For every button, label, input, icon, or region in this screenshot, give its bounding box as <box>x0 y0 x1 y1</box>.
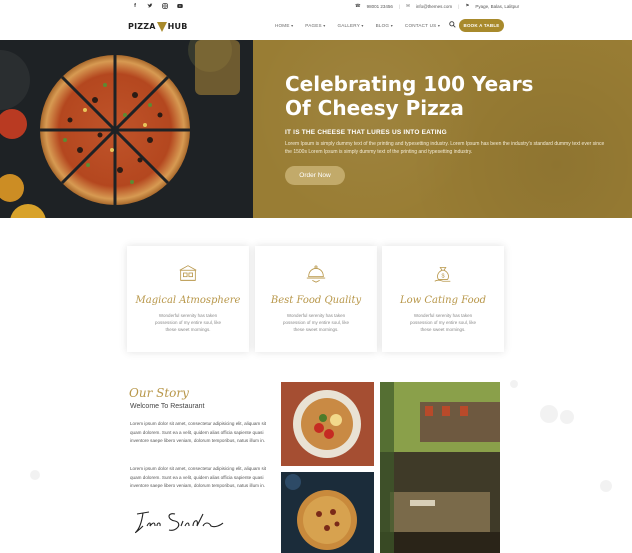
book-table-button[interactable]: BOOK A TABLE <box>459 19 504 32</box>
social-links: f <box>132 3 183 9</box>
food-photo-plate <box>281 382 374 466</box>
mail-icon: ✉ <box>406 3 410 8</box>
feature-description: Wonderful serenity has taken possession … <box>282 313 350 332</box>
nav-item-contact[interactable]: CONTACT US ▾ <box>405 23 440 28</box>
pizza-photo <box>281 472 374 553</box>
money-bag-icon: $ <box>434 267 451 282</box>
email-link[interactable]: info@themes.com <box>416 4 452 9</box>
decorative-dot <box>540 405 558 423</box>
phone-text: 98001 23456 <box>366 3 393 9</box>
divider: | <box>398 3 401 9</box>
nav-item-blog[interactable]: BLOG ▾ <box>376 23 393 28</box>
twitter-icon[interactable] <box>147 3 153 9</box>
feature-title: Best Food Quality <box>270 295 362 306</box>
feature-card-atmosphere: Magical Atmosphere Wonderful serenity ha… <box>127 246 249 352</box>
youtube-icon[interactable] <box>177 3 183 9</box>
divider: | <box>458 3 460 9</box>
order-now-button[interactable]: Order Now <box>285 166 345 185</box>
hero-title: Celebrating 100 Years Of Cheesy Pizza <box>285 72 534 120</box>
feature-description: Wonderful serenity has taken possession … <box>154 313 222 332</box>
top-bar: f ☎ 98001 23456 | ✉ info@themes.com | ⚑ … <box>0 0 632 13</box>
feature-card-low-cost: $ Low Cating Food Wonderful serenity has… <box>382 246 504 352</box>
decorative-dot <box>560 410 574 424</box>
feature-title: Magical Atmosphere <box>135 295 241 306</box>
contact-info: ☎ 98001 23456 | ✉ info@themes.com | ⚑ Py… <box>355 3 519 9</box>
chevron-down-icon: ▾ <box>291 23 294 28</box>
chevron-down-icon: ▾ <box>437 23 441 28</box>
cloche-icon <box>306 265 326 283</box>
hero-panel: Celebrating 100 Years Of Cheesy Pizza IT… <box>253 40 632 218</box>
pizza-slice-icon <box>156 22 167 32</box>
restaurant-icon <box>179 265 197 281</box>
chevron-down-icon: ▾ <box>323 23 326 28</box>
facebook-icon[interactable]: f <box>132 3 138 9</box>
hero-pizza-image <box>0 40 253 218</box>
chevron-down-icon: ▾ <box>361 23 364 28</box>
hero-subtitle: IT IS THE CHEESE THAT LURES US INTO EATI… <box>285 129 447 136</box>
hero-description: Lorem Ipsum is simply dummy text of the … <box>285 141 605 155</box>
decorative-dot <box>600 480 612 492</box>
feature-card-quality: Best Food Quality Wonderful serenity has… <box>255 246 377 352</box>
nav-item-gallery[interactable]: GALLERY ▾ <box>338 23 364 28</box>
search-icon[interactable] <box>449 21 456 30</box>
location-icon: ⚑ <box>465 3 470 8</box>
logo[interactable]: PIZZA HUB <box>128 17 188 35</box>
main-nav: HOME ▾ PAGES ▾ GALLERY ▾ BLOG ▾ CONTACT … <box>275 23 440 28</box>
story-paragraph: Lorem ipsum dolor sit amet, consectetur … <box>130 421 267 443</box>
feature-description: Wonderful serenity has taken possession … <box>409 313 477 332</box>
decorative-dot <box>30 470 40 480</box>
address-text: Pyage, Balas, Lalitpur <box>475 3 520 9</box>
nav-item-home[interactable]: HOME ▾ <box>275 23 293 28</box>
signature-image <box>135 511 224 534</box>
phone-icon: ☎ <box>355 3 361 8</box>
story-paragraph: Lorem ipsum dolor sit amet, consectetur … <box>130 466 267 488</box>
restaurant-interior-photo <box>380 382 500 553</box>
logo-text-left: PIZZA <box>128 21 156 31</box>
chevron-down-icon: ▾ <box>390 23 393 28</box>
site-header: PIZZA HUB HOME ▾ PAGES ▾ GALLERY ▾ BLOG … <box>0 13 632 40</box>
svg-text:$: $ <box>441 274 444 280</box>
feature-title: Low Cating Food <box>399 295 487 306</box>
logo-text-right: HUB <box>167 21 188 31</box>
story-title: Our Story <box>129 386 189 400</box>
instagram-icon[interactable] <box>162 3 168 9</box>
nav-item-pages[interactable]: PAGES ▾ <box>305 23 325 28</box>
story-subtitle: Welcome To Restaurant <box>130 403 205 410</box>
decorative-dot <box>510 380 518 388</box>
